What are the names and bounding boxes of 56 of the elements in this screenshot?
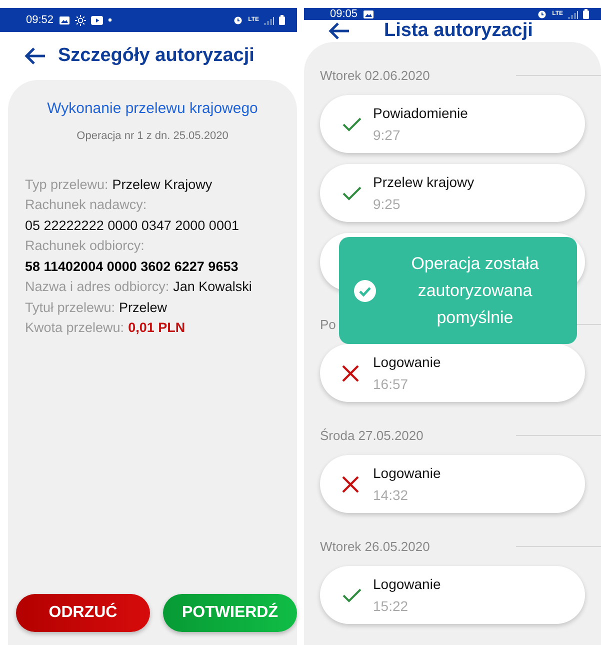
reject-button[interactable]: ODRZUĆ xyxy=(16,594,150,632)
field-label: Typ przelewu: xyxy=(25,176,108,192)
authorization-item[interactable]: Logowanie 16:57 xyxy=(320,344,585,402)
toast-message: Operacja została zautoryzowana pomyślnie xyxy=(410,253,540,329)
field-label: Tytuł przelewu: xyxy=(25,300,116,315)
item-time: 15:22 xyxy=(373,598,410,614)
check-icon xyxy=(342,186,362,200)
item-title: Logowanie xyxy=(373,465,441,481)
dot-icon xyxy=(108,18,112,22)
field-label: Nazwa i adres odbiorcy: xyxy=(25,279,170,294)
authorization-item[interactable]: Powiadomienie 9:27 xyxy=(320,95,585,153)
date-header: Wtorek 26.05.2020 xyxy=(320,538,430,554)
operation-title: Wykonanie przelewu krajowego xyxy=(46,100,259,117)
cross-icon xyxy=(342,364,359,382)
signal-icon xyxy=(568,10,578,18)
field-value: 0,01 PLN xyxy=(128,320,186,336)
check-icon xyxy=(342,116,362,132)
authorization-item[interactable]: Logowanie 14:32 xyxy=(320,455,585,513)
operation-subtitle: Operacja nr 1 z dn. 25.05.2020 xyxy=(76,130,230,142)
back-arrow-icon[interactable] xyxy=(328,22,350,40)
item-title: Powiadomienie xyxy=(373,105,468,121)
date-header: Wtorek 02.06.2020 xyxy=(320,68,430,82)
item-time: 16:57 xyxy=(373,376,410,392)
field-value: Przelew xyxy=(119,300,168,315)
video-icon xyxy=(90,16,103,24)
field-label: Rachunek nadawcy: xyxy=(25,197,147,212)
authorization-item[interactable]: Logowanie 15:22 xyxy=(320,566,585,624)
screen-title: Szczegóły autoryzacji xyxy=(58,45,254,67)
back-arrow-icon[interactable] xyxy=(24,47,46,65)
item-title: Przelew krajowy xyxy=(373,174,474,190)
battery-icon xyxy=(279,15,285,25)
item-time: 9:25 xyxy=(373,196,402,212)
alarm-icon xyxy=(233,15,244,25)
status-time: 09:05 xyxy=(330,8,358,20)
field-value: Jan Kowalski xyxy=(173,279,252,294)
authorization-item[interactable]: Przelew krajowy 9:25 xyxy=(320,164,585,222)
item-time: 14:32 xyxy=(373,487,410,503)
check-icon xyxy=(342,588,362,602)
image-icon xyxy=(58,16,70,24)
battery-icon xyxy=(583,9,589,19)
cross-icon xyxy=(342,476,359,492)
field-value: 05 22222222 0000 0347 2000 0001 xyxy=(25,218,239,233)
check-circle-icon xyxy=(354,280,376,302)
item-title: Logowanie xyxy=(373,354,441,370)
field-label: Rachunek odbiorcy: xyxy=(25,238,144,254)
field-value: 58 11402004 0000 3602 6227 9653 xyxy=(25,258,238,274)
date-header: Po xyxy=(320,316,336,332)
signal-icon xyxy=(264,16,274,24)
item-title: Logowanie xyxy=(373,576,441,592)
field-value: Przelew Krajowy xyxy=(112,176,212,192)
date-header: Środa 27.05.2020 xyxy=(320,428,424,442)
item-time: 9:27 xyxy=(373,127,402,143)
field-label: Kwota przelewu: xyxy=(25,320,124,336)
screen-title: Lista autoryzacji xyxy=(384,20,533,42)
status-time: 09:52 xyxy=(26,14,54,26)
sun-icon xyxy=(74,14,86,26)
